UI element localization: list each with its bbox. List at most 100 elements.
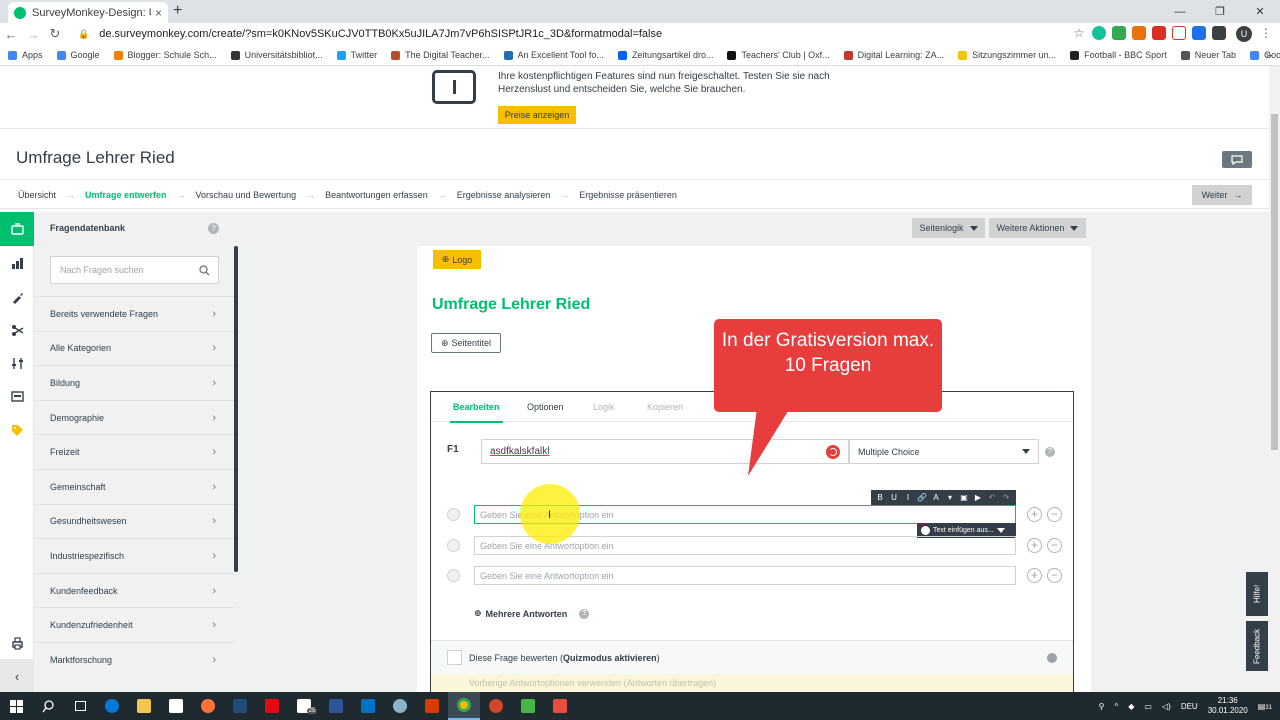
bold-icon[interactable]: B (875, 493, 885, 502)
question-search-input[interactable]: Nach Fragen suchen (50, 256, 219, 284)
new-tab-button[interactable]: + (173, 2, 182, 20)
bookmark-item[interactable]: Teachers' Club | Oxf... (727, 50, 830, 60)
step-tab[interactable]: Beantwortungen erfassen (325, 190, 428, 200)
netflix-icon[interactable] (256, 692, 288, 720)
extension-icon[interactable] (1172, 26, 1186, 40)
link-icon[interactable]: 🔗 (917, 493, 927, 502)
category-item[interactable]: Alle Kategorien › (34, 330, 234, 366)
mail-icon[interactable]: 25 (288, 692, 320, 720)
rail-printer[interactable] (0, 626, 34, 660)
rail-logic[interactable] (0, 313, 34, 347)
bookmark-item[interactable]: Twitter (336, 50, 377, 60)
category-item[interactable]: Gesundheitswesen › (34, 503, 234, 539)
app-icon[interactable] (384, 692, 416, 720)
bookmark-item[interactable]: Football - BBC Sport (1070, 50, 1167, 60)
task-view-icon[interactable] (64, 692, 96, 720)
close-window-icon[interactable]: ✕ (1240, 0, 1280, 23)
bookmark-item[interactable]: Apps (8, 50, 43, 60)
page-logic-button[interactable]: Seitenlogik (912, 218, 985, 238)
caret-down-icon[interactable]: ▾ (945, 493, 955, 502)
firefox-icon[interactable] (192, 692, 224, 720)
forward-icon[interactable]: → (22, 27, 44, 42)
people-icon[interactable]: ⚲ (1099, 702, 1105, 711)
tab-copy[interactable]: Kopieren (647, 402, 683, 412)
extension-icon[interactable] (1192, 26, 1206, 40)
scrollbar-thumb[interactable] (1271, 114, 1278, 450)
category-item[interactable]: Marktforschung › (34, 641, 234, 677)
bookmark-item[interactable]: Digital Learning: ZA... (843, 50, 944, 60)
rail-design[interactable] (0, 280, 34, 314)
back-icon[interactable]: ← (0, 27, 22, 42)
category-item[interactable]: Kundenzufriedenheit › (34, 607, 234, 642)
profile-avatar[interactable]: U (1236, 26, 1252, 42)
browser-tab[interactable]: SurveyMonkey-Design: Umfrage × (8, 2, 168, 23)
menu-icon[interactable]: ⋮ (1260, 26, 1272, 40)
grammarly-icon[interactable] (1092, 26, 1106, 40)
step-tab[interactable]: Ergebnisse präsentieren (579, 190, 677, 200)
bookmark-item[interactable]: Universitätsbibliot... (230, 50, 323, 60)
add-answer-icon[interactable]: + (1027, 568, 1042, 583)
chevron-up-icon[interactable]: ^ (1115, 702, 1119, 711)
store-icon[interactable] (160, 692, 192, 720)
restore-icon[interactable]: ❐ (1200, 0, 1240, 23)
word-icon[interactable] (320, 692, 352, 720)
grammarly-indicator-icon[interactable] (826, 445, 840, 459)
category-item[interactable]: Demographie › (34, 399, 234, 435)
add-logo-button[interactable]: ⊕ Logo (433, 250, 481, 269)
tab-logic[interactable]: Logik (593, 402, 615, 412)
feedback-side-tab[interactable]: Feedback (1246, 621, 1268, 671)
quiz-mode-checkbox[interactable] (447, 650, 462, 665)
question-type-select[interactable]: Multiple Choice (849, 439, 1039, 464)
rail-collapse[interactable]: ‹ (0, 659, 34, 693)
more-actions-button[interactable]: Weitere Aktionen (989, 218, 1086, 238)
notification-icon[interactable]: ▤31 (1258, 702, 1272, 711)
add-page-title-button[interactable]: ⊕ Seitentitel (431, 333, 501, 353)
bookmark-item[interactable]: Blogger: Schule Sch... (113, 50, 217, 60)
bookmark-item[interactable]: Sitzungszimmer un... (958, 50, 1056, 60)
help-icon[interactable]: ? (1045, 447, 1055, 457)
category-item[interactable]: Freizeit › (34, 434, 234, 469)
add-answer-icon[interactable]: + (1027, 538, 1042, 553)
comments-button[interactable] (1222, 151, 1252, 168)
windows-start-icon[interactable] (0, 692, 32, 720)
extension-icon[interactable] (1152, 26, 1166, 40)
step-tab[interactable]: Umfrage entwerfen (85, 190, 167, 200)
step-tab[interactable]: Übersicht (18, 190, 56, 200)
office-icon[interactable] (416, 692, 448, 720)
font-color-icon[interactable]: A (931, 493, 941, 502)
tab-options[interactable]: Optionen (527, 402, 564, 412)
help-icon[interactable]: ? (579, 608, 590, 619)
language-indicator[interactable]: DEU (1181, 702, 1198, 711)
powerpoint-icon[interactable] (480, 692, 512, 720)
rail-builder[interactable] (0, 246, 34, 280)
dropbox-icon[interactable]: ◆ (1128, 702, 1134, 711)
minimize-icon[interactable]: — (1160, 0, 1200, 23)
file-explorer-icon[interactable] (128, 692, 160, 720)
help-icon[interactable]: ? (208, 223, 219, 234)
rail-upgrade[interactable] (0, 413, 34, 447)
remove-answer-icon[interactable]: − (1047, 538, 1062, 553)
step-tab[interactable]: Vorschau und Bewertung (196, 190, 297, 200)
edge-icon[interactable] (96, 692, 128, 720)
multiple-answers-button[interactable]: ⊕ Mehrere Antworten ? (474, 608, 590, 619)
omnibox[interactable]: 🔒 de.surveymonkey.com/create/?sm=k0KNov5… (72, 25, 1092, 43)
tab-edit[interactable]: Bearbeiten (450, 402, 503, 423)
clock[interactable]: 21:36 30.01.2020 (1208, 696, 1248, 716)
redo-icon[interactable]: ↷ (1001, 493, 1011, 502)
bookmark-item[interactable]: An Excellent Tool fo... (503, 50, 604, 60)
next-button[interactable]: Weiter → (1192, 185, 1252, 205)
help-side-tab[interactable]: Hilfe! (1246, 572, 1268, 616)
category-item[interactable]: Bildung › (34, 365, 234, 400)
category-item[interactable]: Kundenfeedback › (34, 572, 234, 608)
add-answer-icon[interactable]: + (1027, 507, 1042, 522)
undo-icon[interactable]: ↶ (987, 493, 997, 502)
remove-answer-icon[interactable]: − (1047, 507, 1062, 522)
outlook-icon[interactable] (352, 692, 384, 720)
category-item[interactable]: Industriespezifisch › (34, 538, 234, 573)
page-title[interactable]: Umfrage Lehrer Ried (432, 296, 590, 314)
help-icon[interactable] (1047, 653, 1057, 663)
search-icon[interactable] (199, 265, 210, 276)
page-scrollbar[interactable] (1269, 66, 1280, 692)
video-icon[interactable]: ▶ (973, 493, 983, 502)
camtasia-icon[interactable] (512, 692, 544, 720)
